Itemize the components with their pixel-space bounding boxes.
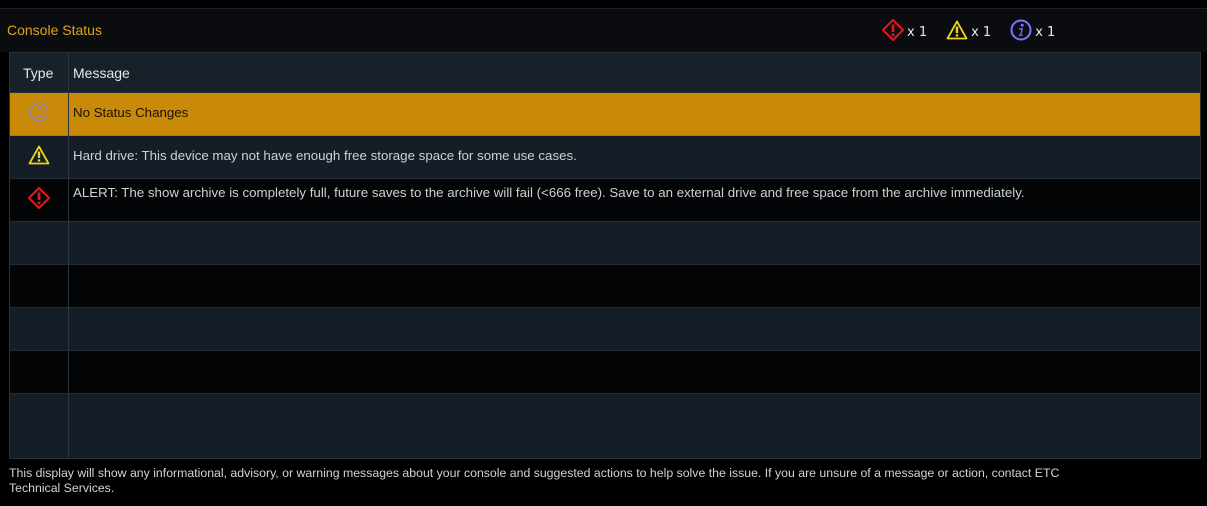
warning-count-label: x 1: [971, 25, 992, 40]
window-title: Console Status: [7, 22, 102, 38]
table-row-empty[interactable]: [10, 394, 1200, 458]
warning-icon: [28, 145, 50, 170]
alert-icon: [881, 18, 905, 46]
row-message: No Status Changes: [73, 105, 189, 120]
row-message: Hard drive: This device may not have eno…: [73, 148, 577, 163]
status-table: Type Message No Status Changes Hard driv…: [9, 52, 1201, 459]
warning-icon: [946, 20, 968, 45]
info-icon: [1010, 19, 1032, 46]
alert-count-label: x 1: [907, 25, 928, 40]
table-row-empty[interactable]: [10, 308, 1200, 351]
table-header: Type Message: [10, 53, 1200, 93]
row-message: ALERT: The show archive is completely fu…: [73, 185, 1025, 200]
warning-count[interactable]: x 1: [946, 20, 991, 45]
row-type-cell: [10, 136, 68, 178]
console-status-window: Console Status x 1 x 1 x 1 Type Message …: [0, 0, 1207, 506]
row-type-cell: [10, 179, 68, 221]
table-row-empty[interactable]: [10, 351, 1200, 394]
row-type-cell: [10, 93, 68, 135]
column-header-message[interactable]: Message: [73, 65, 130, 81]
table-row-empty[interactable]: [10, 265, 1200, 308]
table-row[interactable]: ALERT: The show archive is completely fu…: [10, 179, 1200, 222]
help-text: This display will show any informational…: [9, 466, 1060, 495]
info-count-label: x 1: [1035, 25, 1056, 40]
column-divider: [68, 53, 69, 458]
info-icon: [29, 102, 49, 127]
column-header-type[interactable]: Type: [23, 65, 53, 81]
table-row[interactable]: Hard drive: This device may not have eno…: [10, 136, 1200, 179]
status-counts: x 1 x 1 x 1: [881, 18, 1074, 46]
table-row-empty[interactable]: [10, 222, 1200, 265]
table-row[interactable]: No Status Changes: [10, 93, 1200, 136]
alert-icon: [27, 185, 51, 214]
info-count[interactable]: x 1: [1010, 19, 1055, 46]
alert-count[interactable]: x 1: [881, 18, 928, 46]
title-bar: Console Status x 1 x 1 x 1: [0, 8, 1207, 52]
